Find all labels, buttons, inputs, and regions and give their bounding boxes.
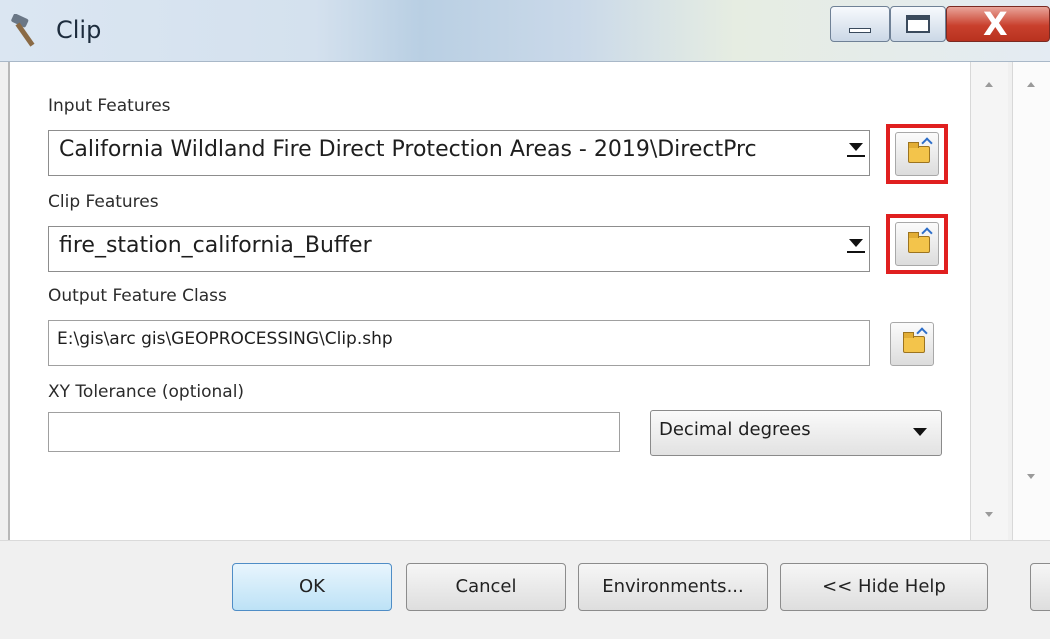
minimize-button[interactable] — [830, 6, 890, 42]
tool-help-button[interactable] — [1030, 563, 1050, 611]
dropdown-arrow-icon[interactable] — [847, 141, 865, 159]
xy-tolerance-unit-select[interactable]: Decimal degrees — [650, 410, 942, 456]
xy-tolerance-field[interactable] — [48, 412, 620, 452]
hammer-icon — [11, 14, 35, 47]
clip-features-value: fire_station_california_Buffer — [59, 233, 372, 258]
maximize-button[interactable] — [890, 6, 946, 42]
xy-tolerance-label: XY Tolerance (optional) — [48, 382, 245, 402]
close-button[interactable]: X — [946, 5, 1050, 43]
output-feature-class-label: Output Feature Class — [48, 286, 227, 306]
ok-button[interactable]: OK — [232, 563, 392, 611]
folder-open-icon — [908, 232, 930, 253]
input-features-combobox[interactable]: California Wildland Fire Direct Protecti… — [48, 130, 870, 176]
dropdown-arrow-icon[interactable] — [847, 237, 865, 255]
window-title: Clip — [56, 16, 102, 44]
scroll-up-icon[interactable] — [985, 82, 993, 87]
scroll-down-icon[interactable] — [985, 512, 993, 517]
minimize-icon — [849, 28, 871, 33]
hide-help-button[interactable]: << Hide Help — [780, 563, 988, 611]
xy-tolerance-unit-value: Decimal degrees — [659, 419, 811, 440]
tool-parameters-panel: Input Features California Wildland Fire … — [8, 62, 1008, 540]
scroll-up-icon[interactable] — [1027, 82, 1035, 87]
input-features-browse-button[interactable] — [895, 132, 939, 176]
output-feature-class-value: E:\gis\arc gis\GEOPROCESSING\Clip.shp — [57, 329, 393, 349]
dialog-button-bar: OK Cancel Environments... << Hide Help — [0, 540, 1050, 639]
clip-features-label: Clip Features — [48, 192, 159, 212]
cancel-button[interactable]: Cancel — [406, 563, 566, 611]
input-features-label: Input Features — [48, 96, 171, 116]
clip-features-combobox[interactable]: fire_station_california_Buffer — [48, 226, 870, 272]
help-panel-scrollbar[interactable] — [1012, 62, 1050, 540]
input-features-value: California Wildland Fire Direct Protecti… — [59, 137, 757, 162]
close-icon: X — [983, 5, 1008, 43]
maximize-icon — [906, 15, 930, 33]
scroll-down-icon[interactable] — [1027, 474, 1035, 479]
folder-open-icon — [908, 142, 930, 163]
output-feature-class-browse-button[interactable] — [890, 322, 934, 366]
title-bar: Clip X — [0, 0, 1050, 62]
dropdown-arrow-icon — [913, 428, 927, 436]
output-feature-class-field[interactable]: E:\gis\arc gis\GEOPROCESSING\Clip.shp — [48, 320, 870, 366]
environments-button[interactable]: Environments... — [578, 563, 768, 611]
clip-features-browse-button[interactable] — [895, 222, 939, 266]
form-scrollbar[interactable] — [970, 62, 1008, 540]
folder-open-icon — [903, 332, 925, 353]
